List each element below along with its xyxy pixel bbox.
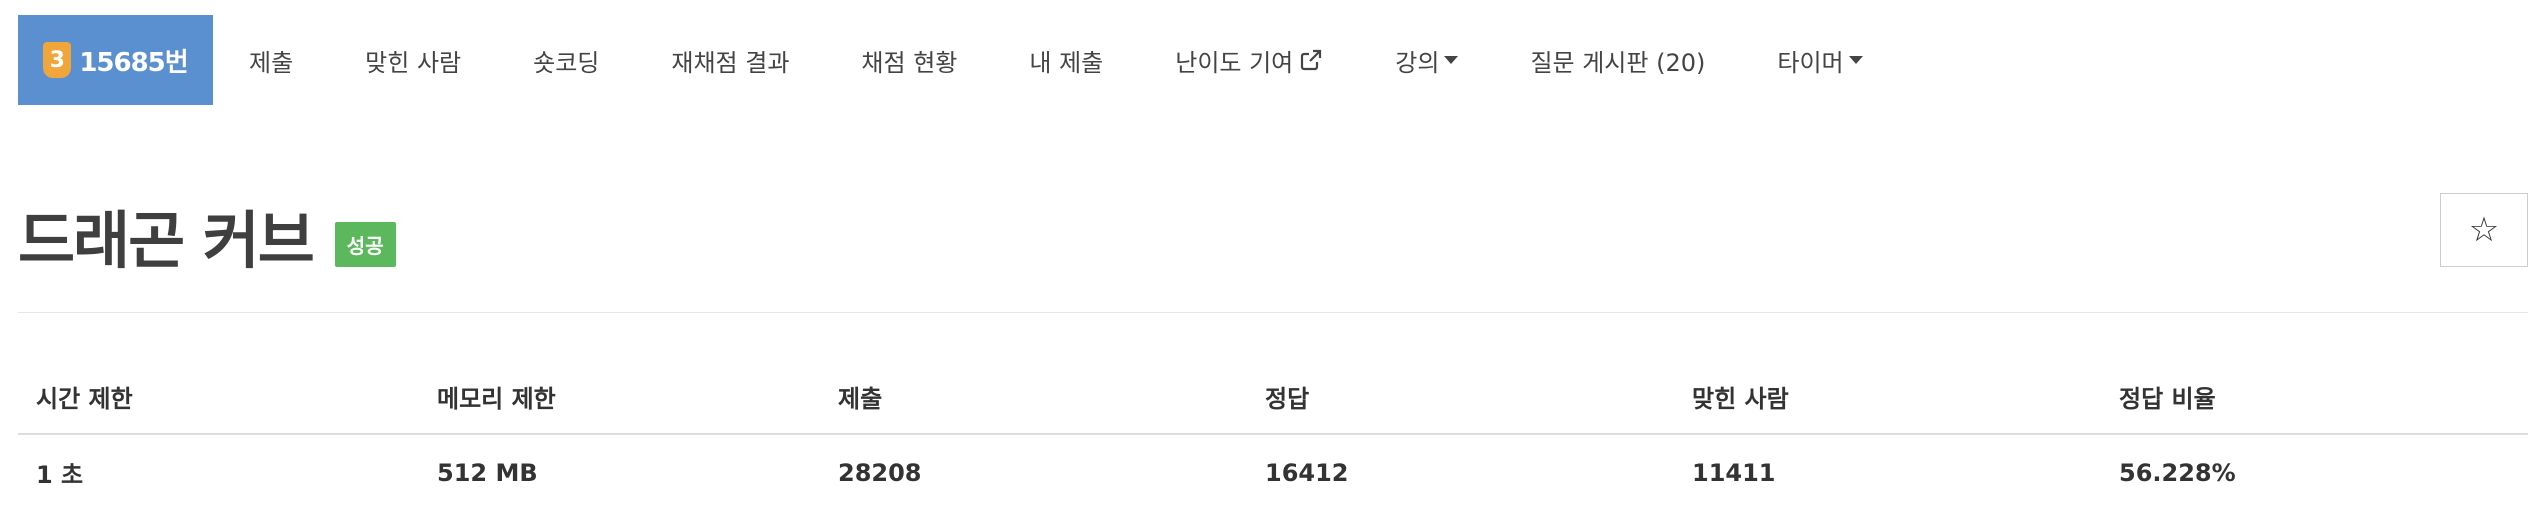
header-submissions: 제출: [838, 385, 883, 413]
header-time-limit: 시간 제한: [36, 385, 133, 413]
problem-info-table: 시간 제한 메모리 제한 제출 정답 맞힌 사람 정답 비율 1 초 512 M…: [18, 360, 2528, 510]
nav-submit-label: 제출: [249, 48, 294, 77]
nav-lectures-dropdown[interactable]: 강의: [1359, 15, 1494, 105]
nav-my-submissions[interactable]: 내 제출: [993, 15, 1139, 105]
memory-limit-value: 512 MB: [419, 433, 820, 510]
nav-solved-users-label: 맞힌 사람: [365, 48, 462, 77]
nav-rejudge-results-label: 재채점 결과: [671, 48, 790, 77]
nav-short-coding[interactable]: 숏코딩: [497, 15, 635, 105]
nav-status[interactable]: 채점 현황: [825, 15, 993, 105]
header-memory-limit: 메모리 제한: [437, 385, 556, 413]
star-button[interactable]: ☆: [2440, 193, 2528, 267]
problem-nav: 3 15685번 제출 맞힌 사람 숏코딩 재채점 결과 채점 현황 내 제출 …: [18, 15, 1899, 105]
header-accepted: 정답: [1265, 385, 1310, 413]
table-row: 1 초 512 MB 28208 16412 11411 56.228%: [18, 433, 2528, 510]
page-title: 드래곤 커브: [18, 204, 315, 277]
time-limit-value: 1 초: [18, 433, 419, 510]
table-header-row: 시간 제한 메모리 제한 제출 정답 맞힌 사람 정답 비율: [18, 360, 2528, 434]
nav-timer-dropdown[interactable]: 타이머: [1741, 15, 1898, 105]
caret-down-icon: [1444, 56, 1459, 64]
header-accept-ratio: 정답 비율: [2119, 385, 2216, 413]
nav-my-submissions-label: 내 제출: [1029, 48, 1104, 77]
star-icon: ☆: [2468, 210, 2500, 250]
nav-rejudge-results[interactable]: 재채점 결과: [635, 15, 825, 105]
problem-number-label: 15685번: [79, 47, 188, 78]
tier-badge-icon: 3: [43, 42, 72, 78]
title-divider: [18, 312, 2528, 313]
nav-status-label: 채점 현황: [861, 48, 958, 77]
submissions-value: 28208: [820, 433, 1247, 510]
nav-short-coding-label: 숏코딩: [533, 48, 600, 77]
header-solved-users: 맞힌 사람: [1692, 385, 1789, 413]
title-row: 드래곤 커브 성공: [18, 190, 396, 280]
problem-number-link[interactable]: 3 15685번: [18, 15, 213, 105]
nav-question-board-label: 질문 게시판 (20): [1530, 48, 1706, 77]
nav-solved-users[interactable]: 맞힌 사람: [329, 15, 497, 105]
nav-difficulty-label: 난이도 기여: [1175, 48, 1294, 77]
accept-ratio-value: 56.228%: [2101, 433, 2528, 510]
nav-timer-label: 타이머: [1777, 48, 1844, 77]
nav-lectures-label: 강의: [1395, 48, 1440, 77]
status-badge: 성공: [334, 221, 396, 267]
accepted-value: 16412: [1247, 433, 1674, 510]
nav-submit[interactable]: 제출: [213, 15, 329, 105]
nav-difficulty-contribution[interactable]: 난이도 기여: [1139, 15, 1359, 105]
caret-down-icon: [1848, 56, 1863, 64]
solved-users-value: 11411: [1674, 433, 2101, 510]
nav-question-board[interactable]: 질문 게시판 (20): [1494, 15, 1741, 105]
external-link-icon: [1301, 49, 1322, 71]
